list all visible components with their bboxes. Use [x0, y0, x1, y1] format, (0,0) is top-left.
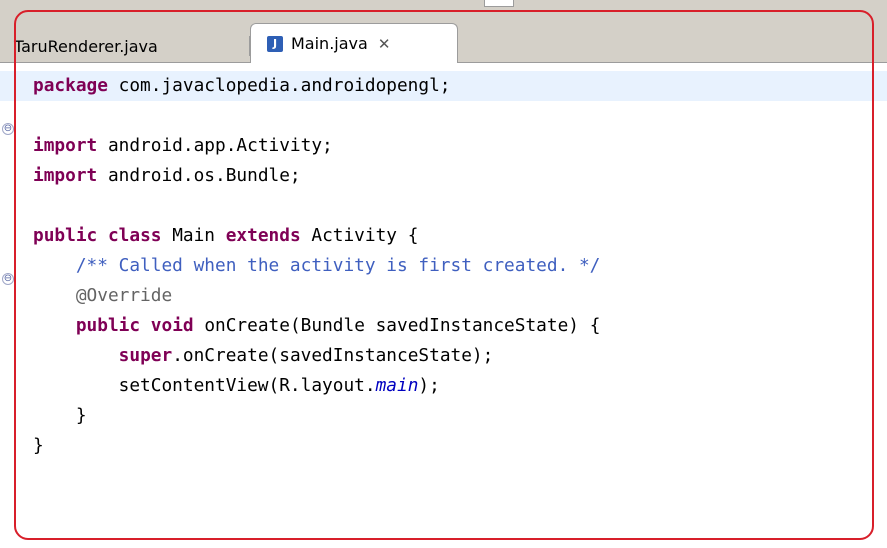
code-line-text: setContentView(R.layout.main);	[33, 371, 440, 401]
window-top-strip	[0, 0, 887, 20]
code-token: package	[33, 75, 108, 96]
code-token: import	[33, 165, 98, 186]
code-token: extends	[225, 225, 301, 246]
code-line-text: import android.os.Bundle;	[33, 161, 301, 191]
code-token: }	[33, 405, 87, 426]
code-token: Activity {	[300, 225, 419, 246]
code-token: onCreate(Bundle savedInstanceState) {	[193, 315, 601, 336]
code-line[interactable]: }	[0, 401, 887, 431]
code-token: );	[418, 375, 440, 396]
code-line-text: import android.app.Activity;	[33, 131, 333, 161]
code-line[interactable]: import android.os.Bundle;	[0, 161, 887, 191]
code-line[interactable]: /** Called when the activity is first cr…	[0, 251, 887, 281]
code-editor[interactable]: ⊖ ⊖ package com.javaclopedia.androidopeng…	[0, 63, 887, 548]
code-line[interactable]: public class Main extends Activity {	[0, 221, 887, 251]
code-line-text: public void onCreate(Bundle savedInstanc…	[33, 311, 601, 341]
code-line-text: public class Main extends Activity {	[33, 221, 418, 251]
code-line[interactable]	[0, 191, 887, 221]
toolbar-notch	[484, 0, 514, 7]
code-token: import	[33, 135, 98, 156]
code-line-text: @Override	[33, 281, 172, 311]
code-line[interactable]: setContentView(R.layout.main);	[0, 371, 887, 401]
tab-main[interactable]: J Main.java ✕	[250, 23, 458, 63]
code-line[interactable]: public void onCreate(Bundle savedInstanc…	[0, 311, 887, 341]
code-token: super	[118, 345, 173, 366]
code-line[interactable]: }	[0, 431, 887, 461]
tab-label: TaruRenderer.java	[14, 36, 158, 56]
tab-tarurenderer[interactable]: TaruRenderer.java	[0, 30, 250, 62]
code-line[interactable]: super.onCreate(savedInstanceState);	[0, 341, 887, 371]
code-token: main	[375, 375, 419, 396]
code-token: void	[150, 315, 194, 336]
code-line[interactable]: @Override	[0, 281, 887, 311]
code-token: }	[33, 435, 44, 456]
code-token: android.os.Bundle;	[97, 165, 301, 186]
code-line[interactable]	[0, 101, 887, 131]
tab-label: Main.java	[291, 34, 368, 53]
code-line-text: package com.javaclopedia.androidopengl;	[33, 71, 451, 101]
code-line-text: }	[33, 431, 44, 461]
code-token: android.app.Activity;	[97, 135, 333, 156]
editor-tab-bar: TaruRenderer.java J Main.java ✕	[0, 20, 887, 63]
code-token: class	[107, 225, 162, 246]
code-token: /** Called when the activity is first cr…	[75, 255, 601, 276]
code-token: public	[33, 225, 98, 246]
code-token: com.javaclopedia.androidopengl;	[107, 75, 451, 96]
close-icon[interactable]: ✕	[378, 35, 391, 53]
code-token: @Override	[75, 285, 173, 306]
code-line-text: super.onCreate(savedInstanceState);	[33, 341, 494, 371]
code-token: Main	[161, 225, 226, 246]
code-token: .onCreate(savedInstanceState);	[172, 345, 494, 366]
code-line-text: }	[33, 401, 87, 431]
code-line[interactable]: import android.app.Activity;	[0, 131, 887, 161]
code-token: public	[75, 315, 141, 336]
code-token: setContentView(R.layout.	[33, 375, 376, 396]
code-line[interactable]: package com.javaclopedia.androidopengl;	[0, 71, 887, 101]
java-file-icon: J	[267, 35, 283, 52]
code-line-text: /** Called when the activity is first cr…	[33, 251, 601, 281]
